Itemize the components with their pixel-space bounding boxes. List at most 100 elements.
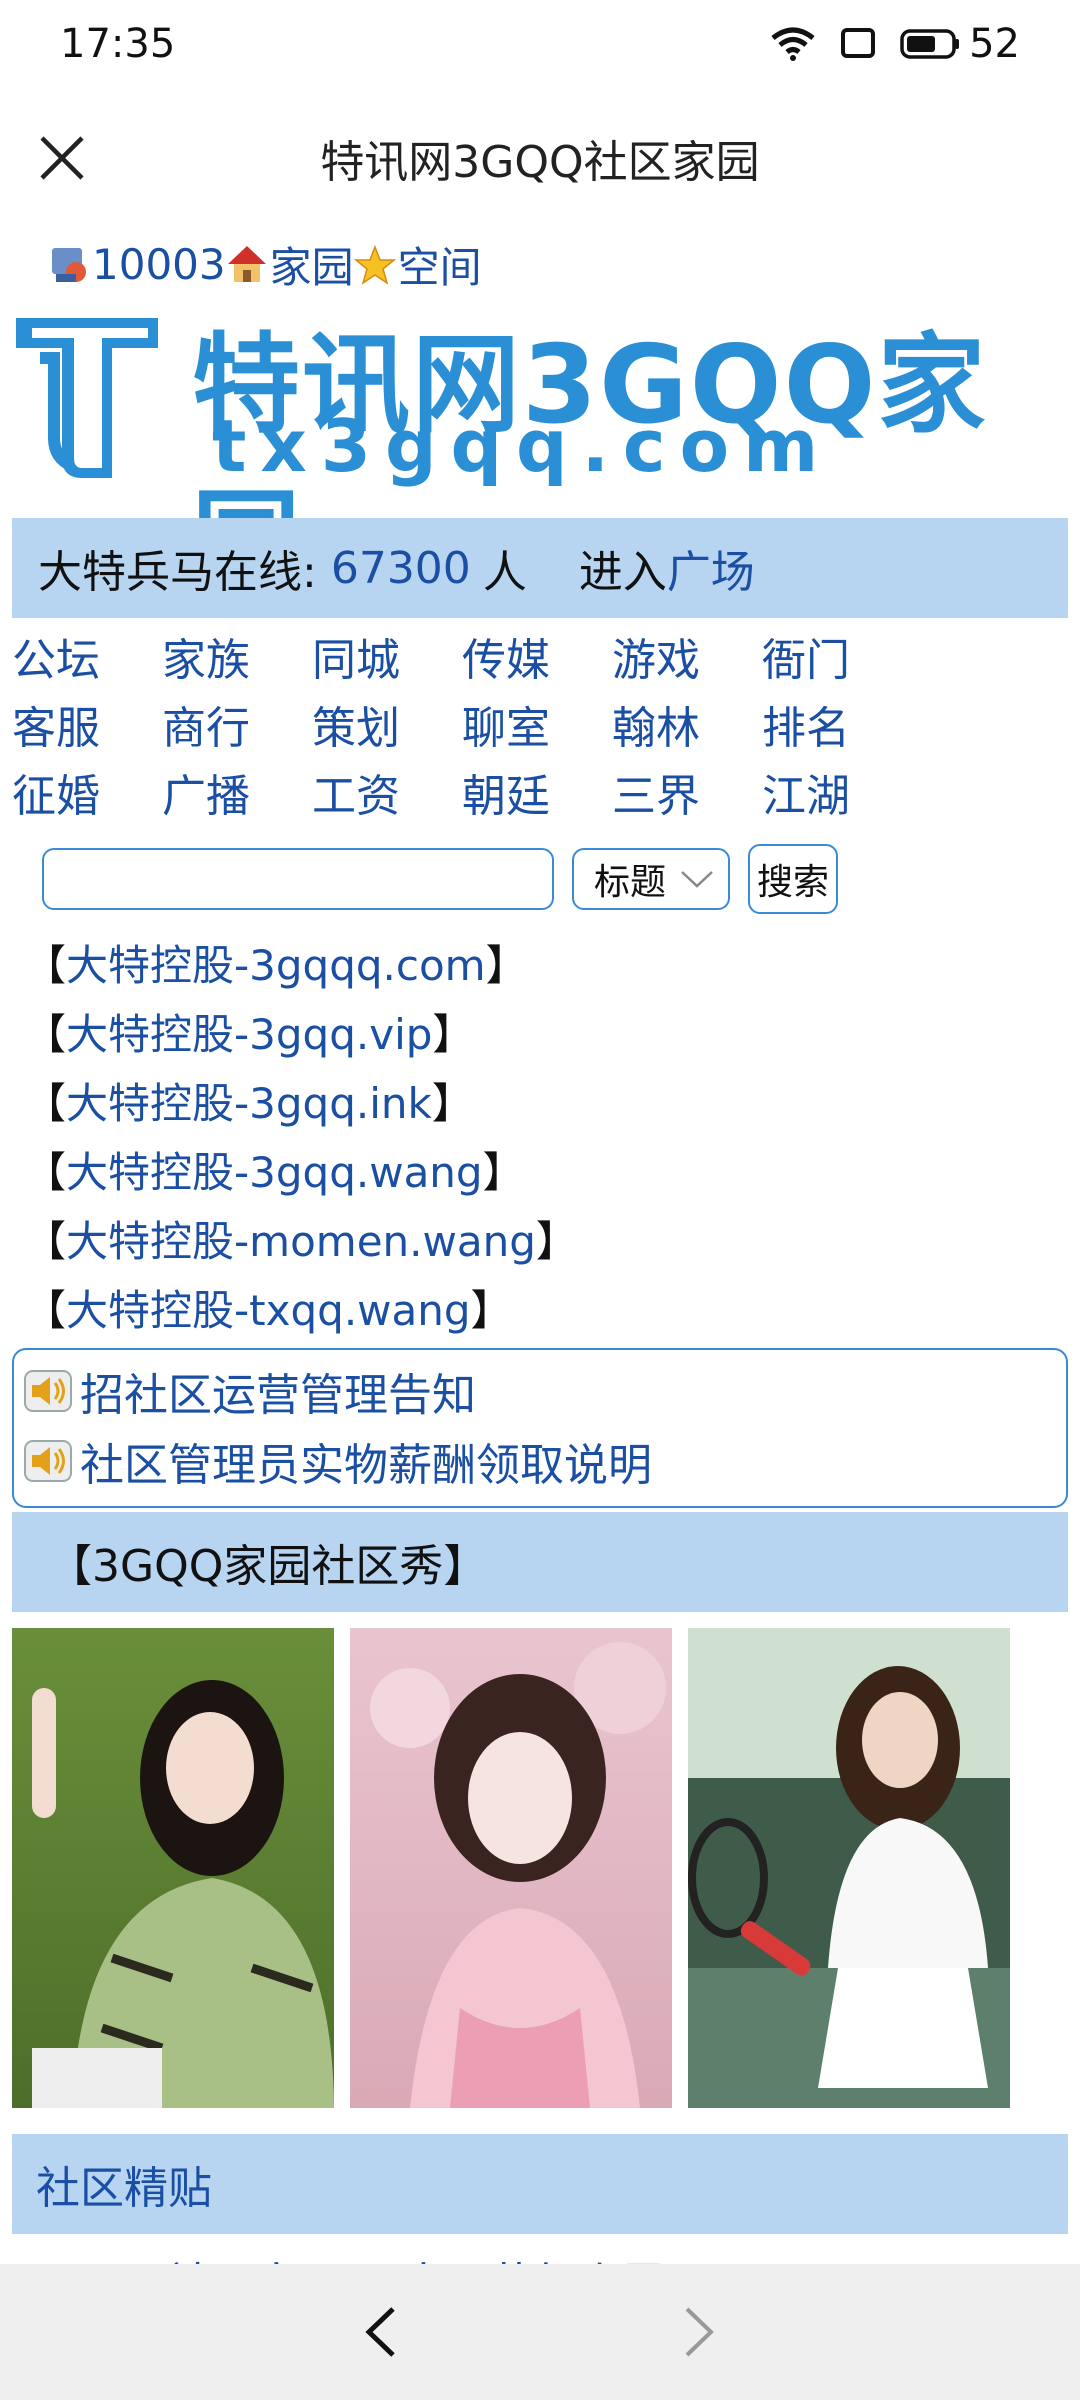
online-count-bar: 大特兵马在线: 67300 人 进入 广场 — [12, 518, 1068, 618]
nav-link[interactable]: 朝廷 — [462, 760, 612, 824]
home-icon — [227, 245, 266, 282]
link-text[interactable]: 大特控股-3gqq.wang — [66, 1139, 483, 1200]
nav-link[interactable]: 公坛 — [12, 624, 162, 688]
nav-link[interactable]: 游戏 — [612, 624, 762, 688]
nav-link[interactable]: 江湖 — [762, 760, 912, 824]
photo-girl-green-sweater[interactable] — [12, 1628, 334, 2108]
bracket-close: 】 — [482, 1148, 525, 1197]
online-prefix: 大特兵马在线: — [38, 547, 317, 598]
link-text[interactable]: 大特控股-3gqq.ink — [66, 1070, 432, 1131]
notice-box: 招社区运营管理告知 社区管理员实物薪酬领取说明 — [12, 1348, 1068, 1508]
nav-link[interactable]: 商行 — [162, 692, 312, 756]
back-button[interactable] — [350, 2302, 410, 2362]
plaza-link[interactable]: 广场 — [667, 536, 755, 600]
nav-link[interactable]: 排名 — [762, 692, 912, 756]
link-text[interactable]: 大特控股-3gqq.vip — [66, 1001, 432, 1062]
search-input[interactable] — [42, 848, 554, 910]
chevron-right-icon — [685, 2307, 714, 2357]
online-unit: 人 — [482, 547, 527, 598]
nav-link[interactable]: 工资 — [312, 760, 462, 824]
bracket-open: 【 — [24, 1079, 67, 1128]
notice-text[interactable]: 社区管理员实物薪酬领取说明 — [80, 1429, 652, 1493]
star-icon — [353, 244, 396, 285]
web-content: 10003 家园 空间 特讯网3GQQ家园 tx3gqq.com 大特兵马在线:… — [0, 228, 1080, 2264]
photo-gallery — [12, 1628, 1010, 2108]
nav-link[interactable]: 衙门 — [762, 624, 912, 688]
cast-icon — [841, 28, 876, 58]
close-button[interactable] — [30, 126, 94, 190]
photo-girl-pink-dress[interactable] — [350, 1628, 672, 2108]
space-link[interactable]: 空间 — [398, 234, 482, 295]
wifi-icon — [771, 27, 815, 61]
speaker-icon — [24, 1370, 72, 1412]
search-type-value: 标题 — [594, 862, 667, 903]
page-title: 特讯网3GQQ社区家园 — [320, 137, 760, 188]
battery-level: 52 — [969, 21, 1020, 67]
status-icons: 52 — [771, 21, 1020, 67]
bracket-close: 】 — [431, 1079, 474, 1128]
nav-link[interactable]: 策划 — [312, 692, 462, 756]
post-link[interactable]: 3GQQ社区家园 二十四节气小雪 — [36, 2248, 665, 2264]
bracket-open: 【 — [24, 941, 67, 990]
sponsor-links: 【大特控股-3gqqq.com】 【大特控股-3gqq.vip】 【大特控股-3… — [24, 928, 578, 1342]
battery-icon — [900, 29, 960, 59]
link-item[interactable]: 【大特控股-3gqqq.com】 — [24, 928, 578, 997]
notice-item[interactable]: 社区管理员实物薪酬领取说明 — [24, 1426, 1066, 1496]
chevron-left-icon — [365, 2307, 395, 2357]
status-bar: 17:35 52 — [0, 0, 1080, 88]
logo-t-mark — [16, 318, 158, 478]
browser-bottom-nav — [0, 2264, 1080, 2400]
category-nav: 公坛 家族 同城 传媒 游戏 衙门 客服 商行 策划 聊室 翰林 排名 征婚 广… — [12, 622, 912, 826]
nav-row: 客服 商行 策划 聊室 翰林 排名 — [12, 690, 912, 758]
link-text[interactable]: 大特控股-3gqqq.com — [66, 932, 486, 993]
close-icon — [40, 136, 84, 180]
battery-indicator: 52 — [899, 21, 1020, 67]
link-text[interactable]: 大特控股-txqq.wang — [66, 1277, 471, 1338]
online-count: 67300 — [330, 542, 471, 594]
user-line: 10003 家园 空间 — [48, 234, 482, 295]
nav-link[interactable]: 三界 — [612, 760, 762, 824]
link-text[interactable]: 大特控股-momen.wang — [66, 1208, 536, 1269]
home-link[interactable]: 家园 — [270, 234, 354, 295]
nav-link[interactable]: 征婚 — [12, 760, 162, 824]
nav-link[interactable]: 传媒 — [462, 624, 612, 688]
nav-link[interactable]: 客服 — [12, 692, 162, 756]
nav-link[interactable]: 家族 — [162, 624, 312, 688]
community-posts-header: 社区精贴 — [12, 2134, 1068, 2234]
bracket-close: 】 — [485, 941, 528, 990]
enter-label: 进入 — [578, 547, 667, 598]
nav-row: 征婚 广播 工资 朝廷 三界 江湖 — [12, 758, 912, 826]
link-item[interactable]: 【大特控股-3gqq.wang】 — [24, 1135, 578, 1204]
notice-item[interactable]: 招社区运营管理告知 — [24, 1356, 1066, 1426]
site-logo: 特讯网3GQQ家园 tx3gqq.com — [12, 308, 992, 604]
logo-domain-text: tx3gqq.com — [212, 404, 833, 488]
chevron-down-icon — [681, 871, 713, 888]
bracket-close: 】 — [432, 1010, 475, 1059]
search-button[interactable]: 搜索 — [748, 844, 838, 914]
user-avatar-icon — [52, 247, 86, 282]
link-item[interactable]: 【大特控股-3gqq.vip】 — [24, 997, 578, 1066]
nav-link[interactable]: 聊室 — [462, 692, 612, 756]
nav-row: 公坛 家族 同城 传媒 游戏 衙门 — [12, 622, 912, 690]
link-item[interactable]: 【大特控股-txqq.wang】 — [24, 1273, 578, 1342]
user-id-link[interactable]: 10003 — [92, 240, 226, 289]
search-type-select[interactable]: 标题 — [572, 848, 730, 910]
photo-girl-tennis[interactable] — [688, 1628, 1010, 2108]
bracket-close: 】 — [470, 1286, 513, 1335]
bracket-open: 【 — [24, 1148, 67, 1197]
community-show-header: 【3GQQ家园社区秀】 — [12, 1512, 1068, 1612]
notice-text[interactable]: 招社区运营管理告知 — [80, 1359, 476, 1423]
bracket-close: 】 — [535, 1217, 578, 1266]
nav-link[interactable]: 广播 — [162, 760, 312, 824]
top-bar: 特讯网3GQQ社区家园 — [0, 88, 1080, 228]
status-time: 17:35 — [60, 21, 176, 67]
bracket-open: 【 — [24, 1010, 67, 1059]
forward-button[interactable] — [670, 2302, 730, 2362]
link-item[interactable]: 【大特控股-momen.wang】 — [24, 1204, 578, 1273]
nav-link[interactable]: 同城 — [312, 624, 462, 688]
bracket-open: 【 — [24, 1286, 67, 1335]
speaker-icon — [24, 1440, 72, 1482]
link-item[interactable]: 【大特控股-3gqq.ink】 — [24, 1066, 578, 1135]
nav-link[interactable]: 翰林 — [612, 692, 762, 756]
search-form: 标题 搜索 — [42, 844, 838, 914]
